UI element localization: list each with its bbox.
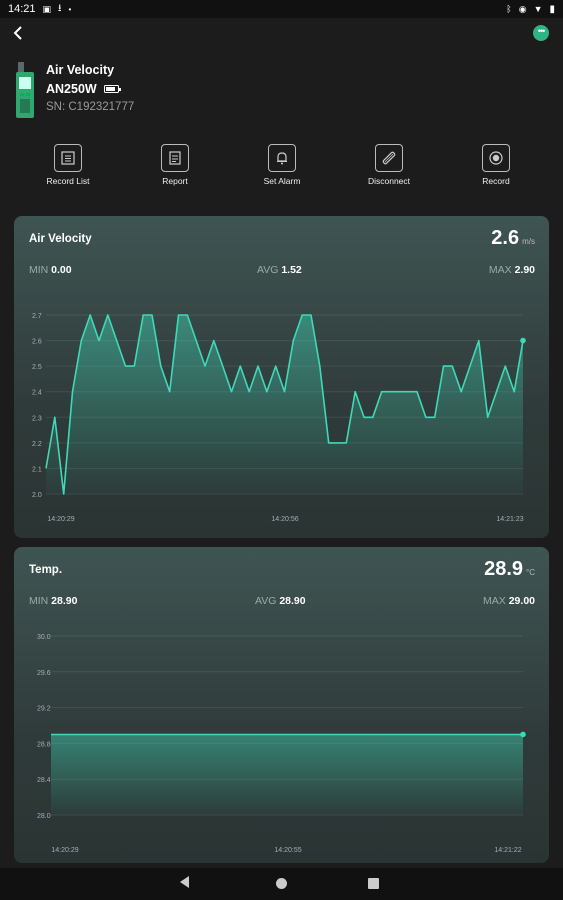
air-velocity-chart: 2.7 2.6 2.5 2.4 2.3 2.2 2.1 2.0 14:20:29 14:20:56…	[32, 313, 526, 523]
device-model-text: AN250W	[46, 82, 97, 96]
top-bar: •••	[0, 18, 563, 48]
record-list-label: Record List	[46, 176, 90, 186]
y-tick-label: 30.0	[37, 634, 51, 641]
y-tick-label: 2.5	[32, 364, 42, 371]
x-tick-label: 14:20:29	[51, 847, 78, 854]
latest-point	[520, 731, 526, 738]
battery-icon: ▮	[549, 3, 555, 15]
x-tick-label: 14:20:29	[47, 516, 74, 523]
temperature-chart: 30.0 29.6 29.2 28.8 28.4 28.0 14:20:29 14:20:55…	[37, 634, 526, 854]
device-info: Air Velocity AN250W SN: C192321777	[16, 60, 416, 120]
battery-level-icon	[103, 85, 121, 93]
y-tick-label: 2.1	[32, 466, 42, 473]
y-tick-label: 2.3	[32, 415, 42, 422]
bluetooth-icon: ᛒ	[506, 4, 512, 14]
latest-point	[520, 337, 526, 344]
y-tick-label: 28.0	[37, 813, 51, 820]
y-tick-label: 2.2	[32, 441, 42, 448]
y-tick-label: 2.4	[32, 390, 42, 397]
x-tick-label: 14:20:55	[274, 847, 301, 854]
status-time: 14:21	[8, 3, 36, 15]
y-tick-label: 2.0	[32, 492, 42, 499]
y-tick-label: 2.6	[32, 339, 42, 346]
report-label: Report	[162, 176, 188, 186]
system-nav-bar	[0, 868, 563, 900]
series-area	[51, 734, 523, 815]
wifi-icon: ▼	[533, 4, 543, 14]
air-velocity-card: Air Velocity 2.6 m/s MIN 0.00 AVG 1.52 MA…	[14, 216, 549, 538]
nav-recents-icon[interactable]	[368, 878, 379, 889]
y-tick-label: 28.4	[37, 777, 51, 784]
x-tick-label: 14:21:23	[496, 516, 523, 523]
status-bar: 14:21 ▣ ⭳ • ᛒ ◉ ▼ ▮	[0, 0, 563, 18]
set-alarm-label: Set Alarm	[263, 176, 301, 186]
disconnect-icon	[375, 144, 403, 172]
y-tick-label: 28.8	[37, 741, 51, 748]
dot-icon: •	[68, 4, 72, 14]
nav-home-icon[interactable]	[276, 878, 287, 889]
record-label: Record	[482, 176, 510, 186]
x-tick-label: 14:20:56	[271, 516, 298, 523]
report-icon	[161, 144, 189, 172]
device-image	[16, 62, 34, 118]
device-name: Air Velocity	[46, 63, 115, 77]
y-tick-label: 29.6	[37, 670, 51, 677]
temperature-card: Temp. 28.9 °C MIN 28.90 AVG 28.90 MAX 29.…	[14, 547, 549, 863]
y-tick-label: 2.7	[32, 313, 42, 320]
record-list-button[interactable]: Record List	[28, 144, 108, 186]
disconnect-label: Disconnect	[367, 176, 411, 186]
x-tick-label: 14:21:22	[494, 847, 521, 854]
back-arrow-icon[interactable]	[8, 22, 30, 44]
bell-icon	[268, 144, 296, 172]
set-alarm-button[interactable]: Set Alarm	[242, 144, 322, 186]
more-options-icon[interactable]: •••	[533, 25, 549, 41]
nav-back-icon[interactable]	[180, 876, 189, 888]
record-button[interactable]: Record	[456, 144, 536, 186]
record-icon	[482, 144, 510, 172]
y-tick-label: 29.2	[37, 706, 51, 713]
download-icon: ⭳	[58, 2, 62, 14]
action-bar: Record List Report Set Alarm Disconnect …	[0, 144, 563, 192]
eye-icon: ◉	[518, 3, 527, 14]
device-serial: SN: C192321777	[46, 101, 135, 113]
device-model: AN250W	[46, 82, 121, 96]
report-button[interactable]: Report	[135, 144, 215, 186]
disconnect-button[interactable]: Disconnect	[349, 144, 429, 186]
notification-icon: ▣	[42, 3, 52, 14]
record-list-icon	[54, 144, 82, 172]
